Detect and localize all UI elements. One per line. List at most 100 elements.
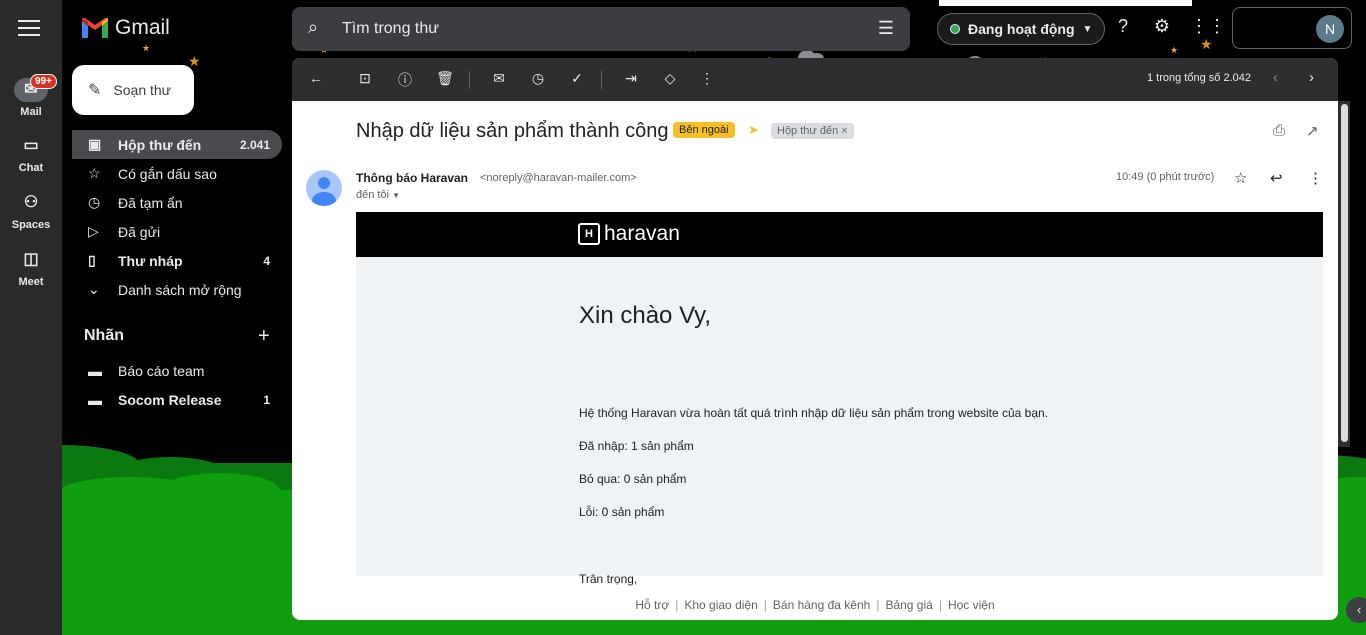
search-options-icon[interactable]: ☰: [878, 18, 894, 39]
nav-more[interactable]: ⌄ Danh sách mở rộng: [72, 275, 282, 304]
folder-nav: ▣ Hộp thư đến 2.041 ☆ Có gắn dấu sao ◷ Đ…: [72, 130, 282, 304]
star-icon: ★: [142, 43, 151, 53]
label-icon: ▬: [88, 362, 102, 379]
gear-icon[interactable]: ⚙: [1150, 16, 1174, 37]
more-vert-icon[interactable]: ⋮: [697, 70, 717, 87]
inbox-tag[interactable]: Hộp thư đến ×: [771, 123, 854, 139]
footer-separator: |: [763, 598, 767, 612]
prev-icon[interactable]: ‹: [1273, 69, 1278, 86]
footer-link[interactable]: Học viện: [948, 598, 995, 612]
brand-text: haravan: [604, 222, 680, 245]
add-task-icon[interactable]: ✓: [567, 70, 587, 87]
more-vert-icon[interactable]: ⋮: [1308, 169, 1323, 187]
footer-link[interactable]: Bảng giá: [885, 598, 932, 612]
help-icon[interactable]: ?: [1111, 16, 1135, 37]
chat-icon: ▭: [23, 137, 39, 154]
status-selector[interactable]: Đang hoạt động ▼: [937, 13, 1106, 45]
gmail-logo-text: Gmail: [115, 16, 170, 39]
nav-drafts[interactable]: ▯ Thư nháp 4: [72, 246, 282, 275]
back-arrow-icon[interactable]: ←: [306, 70, 326, 86]
recipient-details[interactable]: đến tôi ▼: [356, 189, 400, 201]
message-subject: Nhập dữ liệu sản phẩm thành công: [356, 120, 669, 142]
inbox-icon: ▣: [88, 136, 102, 152]
rail-spaces[interactable]: ⚇ Spaces: [0, 191, 62, 231]
nav-snoozed[interactable]: ◷ Đã tạm ẩn: [72, 188, 282, 217]
compose-button[interactable]: ✎ Soạn thư: [72, 65, 194, 115]
mark-unread-icon[interactable]: ✉: [489, 70, 509, 87]
email-greeting: Xin chào Vy,: [579, 302, 712, 329]
star-outline-icon: ☆: [88, 165, 101, 181]
email-errors: Lỗi: 0 sản phẩm: [579, 505, 665, 519]
label-item-label: Báo cáo team: [118, 362, 205, 379]
label-item[interactable]: ▬ Báo cáo team: [72, 356, 282, 385]
rail-chat-label: Chat: [18, 162, 44, 174]
sender-name[interactable]: Thông báo Haravan: [356, 171, 468, 185]
status-label: Đang hoạt động: [968, 21, 1075, 37]
rail-chat[interactable]: ▭ Chat: [0, 134, 62, 174]
nav-more-label: Danh sách mở rộng: [118, 281, 242, 298]
spaces-icon: ⚇: [23, 194, 39, 211]
footer-separator: |: [876, 598, 880, 612]
labels-header: Nhãn: [84, 327, 124, 344]
side-panel-toggle[interactable]: ‹: [1346, 597, 1366, 623]
nav-sent[interactable]: ▷ Đã gửi: [72, 217, 282, 246]
star-icon: ★: [1200, 36, 1213, 52]
trash-icon[interactable]: 🗑: [435, 70, 455, 87]
main-menu-icon[interactable]: [18, 20, 40, 41]
avatar[interactable]: N: [1316, 15, 1344, 43]
nav-inbox-label: Hộp thư đến: [118, 136, 202, 153]
search-input[interactable]: [342, 7, 842, 51]
star-icon: ★: [188, 53, 201, 69]
star-outline-icon[interactable]: ☆: [1234, 169, 1247, 187]
chevron-down-icon: ▼: [1082, 23, 1093, 35]
toolbar-divider: [601, 71, 602, 89]
close-icon[interactable]: ×: [841, 125, 847, 137]
rail-mail[interactable]: ✉ 99+ Mail: [0, 74, 62, 118]
top-strip: [939, 0, 1192, 6]
nav-snoozed-label: Đã tạm ẩn: [118, 194, 183, 211]
message-toolbar: ← ⊡ ⓘ 🗑 ✉ ◷ ✓ ⇥ ◇ ⋮ 1 trong tổng số 2.04…: [292, 58, 1338, 101]
nav-drafts-label: Thư nháp: [118, 252, 183, 269]
email-footer: Hỗ trợ | Kho giao diện | Bán hàng đa kênh | Bả…: [292, 598, 1338, 612]
sender-avatar: [306, 170, 342, 206]
scrollbar-thumb[interactable]: [1341, 104, 1348, 442]
add-label-icon[interactable]: +: [258, 325, 270, 348]
search-icon[interactable]: ⌕: [308, 17, 318, 38]
nav-starred[interactable]: ☆ Có gắn dấu sao: [72, 159, 282, 188]
footer-link[interactable]: Bán hàng đa kênh: [773, 598, 870, 612]
rail-meet-label: Meet: [18, 276, 44, 288]
chevron-down-icon: ⌄: [88, 281, 100, 297]
label-icon[interactable]: ◇: [660, 70, 680, 87]
email-imported: Đã nhập: 1 sản phẩm: [579, 439, 694, 453]
footer-link[interactable]: Hỗ trợ: [635, 598, 669, 612]
label-icon: ▬: [88, 391, 102, 408]
print-icon[interactable]: ⎙: [1273, 122, 1285, 139]
haravan-logo: H haravan: [578, 222, 680, 246]
inbox-tag-label: Hộp thư đến: [777, 125, 839, 137]
apps-grid-icon[interactable]: ⋮⋮: [1190, 16, 1226, 37]
label-item[interactable]: ▬ Socom Release 1: [72, 385, 282, 414]
reply-icon[interactable]: ↩: [1270, 169, 1283, 187]
footer-link[interactable]: Kho giao diện: [684, 598, 757, 612]
chevron-left-icon: ‹: [1356, 602, 1362, 617]
open-new-window-icon[interactable]: ↗: [1306, 122, 1319, 140]
shopping-bag-icon: H: [578, 223, 600, 245]
message-time: 10:49 (0 phút trước): [1116, 171, 1215, 183]
search-bar[interactable]: ⌕ ☰: [292, 7, 910, 51]
gmail-logo[interactable]: Gmail: [81, 16, 170, 40]
rail-mail-label: Mail: [20, 106, 42, 118]
hill-bump: [160, 473, 280, 509]
rail-meet[interactable]: ◫ Meet: [0, 248, 62, 288]
external-tag: Bên ngoài: [673, 122, 735, 138]
next-icon[interactable]: ›: [1309, 69, 1314, 86]
archive-icon[interactable]: ⊡: [355, 70, 375, 87]
report-spam-icon[interactable]: ⓘ: [395, 70, 415, 90]
nav-inbox[interactable]: ▣ Hộp thư đến 2.041: [72, 130, 282, 159]
sender-email: <noreply@haravan-mailer.com>: [480, 172, 637, 184]
importance-marker-icon[interactable]: ➤: [748, 122, 759, 138]
email-banner: H haravan: [356, 212, 1323, 257]
snooze-icon[interactable]: ◷: [528, 70, 548, 87]
move-to-icon[interactable]: ⇥: [621, 70, 641, 87]
toolbar-divider: [469, 71, 470, 89]
nav-sent-label: Đã gửi: [118, 223, 161, 240]
